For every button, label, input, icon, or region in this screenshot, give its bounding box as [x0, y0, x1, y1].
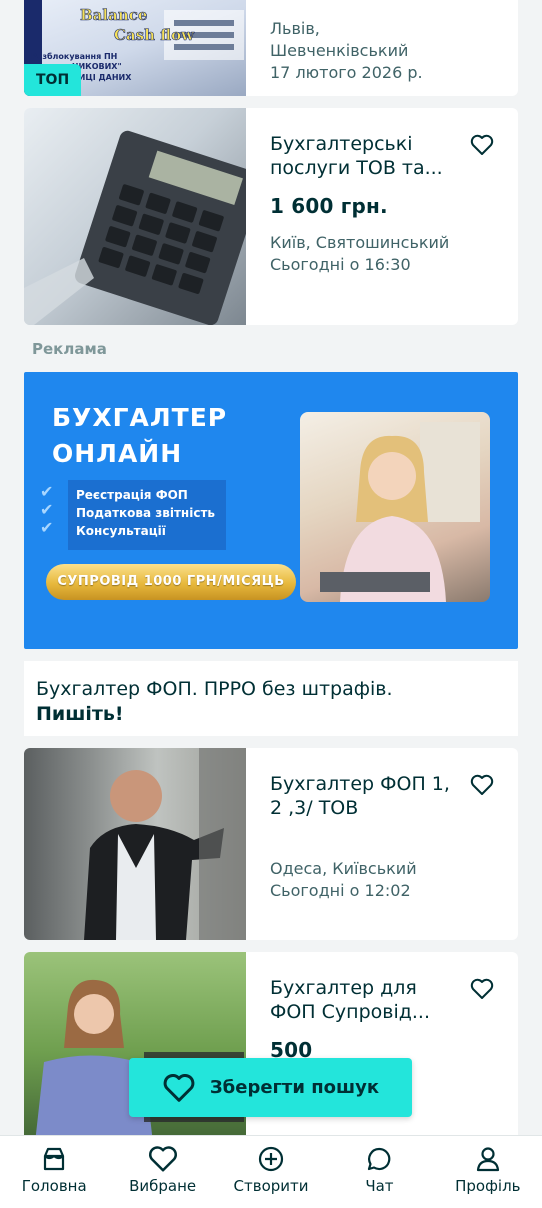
listing-thumbnail[interactable]: [24, 952, 246, 1152]
listing-card[interactable]: Бухгалтер ФОП 1, 2 ,3/ ТОВ Звітність,...…: [24, 748, 518, 940]
check-icon: ✔: [40, 518, 54, 537]
heart-icon[interactable]: [470, 978, 494, 1000]
banner-title: БУХГАЛТЕР ОНЛАЙН: [52, 403, 228, 468]
ad-label: Реклама: [32, 340, 107, 358]
listing-thumbnail[interactable]: [24, 108, 246, 325]
listing-date: 17 лютого 2026 р.: [270, 63, 423, 82]
listing-card[interactable]: Бухгалтерські послуги ТОВ та... 1 600 гр…: [24, 108, 518, 325]
save-search-button[interactable]: Зберегти пошук: [129, 1058, 412, 1117]
home-icon: [44, 1147, 65, 1171]
check-icon: ✔: [40, 482, 54, 501]
listing-title[interactable]: Бухгалтерські послуги ТОВ та...: [270, 132, 458, 180]
image-text-line3: " Розблокування ПН: [24, 51, 117, 61]
listing-location: Львів, Шевченківський: [270, 19, 409, 60]
heart-icon: [163, 1073, 195, 1102]
listing-title[interactable]: Бухгалтер ФОП 1, 2 ,3/ ТОВ Звітність,...: [270, 772, 458, 820]
listing-date: Сьогодні о 12:02: [270, 881, 411, 900]
image-text-line5: ЛИЦІ ДАНИХ: [72, 73, 132, 82]
image-text-cashflow: Cash flow: [114, 26, 195, 44]
listing-date: Сьогодні о 16:30: [270, 255, 411, 274]
ad-banner[interactable]: БУХГАЛТЕР ОНЛАЙН ✔ ✔ ✔ Реєстрація ФОП Под…: [24, 372, 518, 649]
tab-label: Профіль: [455, 1177, 521, 1195]
heart-icon: [148, 1146, 177, 1172]
banner-price-pill: СУПРОВІД 1000 ГРН/МІСЯЦЬ: [46, 564, 296, 600]
tab-favorites[interactable]: Вибране: [108, 1136, 216, 1208]
tab-label: Вибране: [129, 1177, 197, 1195]
heart-icon[interactable]: [470, 774, 494, 796]
plus-circle-icon: [258, 1146, 284, 1172]
tab-create[interactable]: Створити: [217, 1136, 325, 1208]
tab-label: Створити: [233, 1177, 309, 1195]
ad-text-block[interactable]: Бухгалтер ФОП. ПРРО без штрафів. Пишіть!: [24, 661, 518, 736]
banner-photo: [300, 412, 490, 602]
ad-text: Бухгалтер ФОП. ПРРО без штрафів.: [36, 678, 393, 700]
banner-list-item: Реєстрація ФОП: [76, 488, 188, 502]
check-icon: ✔: [40, 500, 54, 519]
profile-icon: [476, 1147, 499, 1172]
banner-list: Реєстрація ФОП Податкова звітність Консу…: [68, 480, 226, 550]
tab-label: Чат: [365, 1177, 394, 1195]
listing-location: Київ, Святошинський: [270, 233, 450, 252]
listing-thumbnail[interactable]: [24, 748, 246, 940]
listing-title[interactable]: Бухгалтер для ФОП Супровід...: [270, 976, 458, 1024]
ad-cta[interactable]: Пишіть!: [36, 701, 506, 727]
banner-list-item: Податкова звітність: [76, 506, 215, 520]
woman-photo: [34, 979, 244, 1152]
listing-location: Одеса, Київський: [270, 859, 417, 878]
image-text-balance: Balance: [80, 6, 147, 24]
save-search-label: Зберегти пошук: [209, 1077, 380, 1098]
tab-label: Головна: [21, 1177, 87, 1195]
accountant-photo: [320, 422, 480, 602]
listing-card[interactable]: Бухгалтер для ФОП Супровід... 500 Київ, …: [24, 952, 518, 1152]
listing-thumbnail[interactable]: Balance Cash flow " Розблокування ПН ЧИК…: [24, 0, 246, 96]
tab-home[interactable]: Головна: [0, 1136, 108, 1208]
top-badge: ТОП: [24, 64, 82, 96]
banner-list-item: Консультації: [76, 524, 166, 538]
man-photo: [84, 748, 246, 940]
bottom-tab-bar: Головна Вибране Створити Чат Профіль: [0, 1135, 542, 1208]
calculator-image: [24, 130, 246, 325]
heart-icon[interactable]: [470, 134, 494, 156]
listing-card[interactable]: Balance Cash flow " Розблокування ПН ЧИК…: [24, 0, 518, 96]
tab-chat[interactable]: Чат: [325, 1136, 433, 1208]
listing-price: 1 600 грн.: [270, 194, 388, 218]
tab-profile[interactable]: Профіль: [434, 1136, 542, 1208]
chat-icon: [368, 1147, 391, 1171]
